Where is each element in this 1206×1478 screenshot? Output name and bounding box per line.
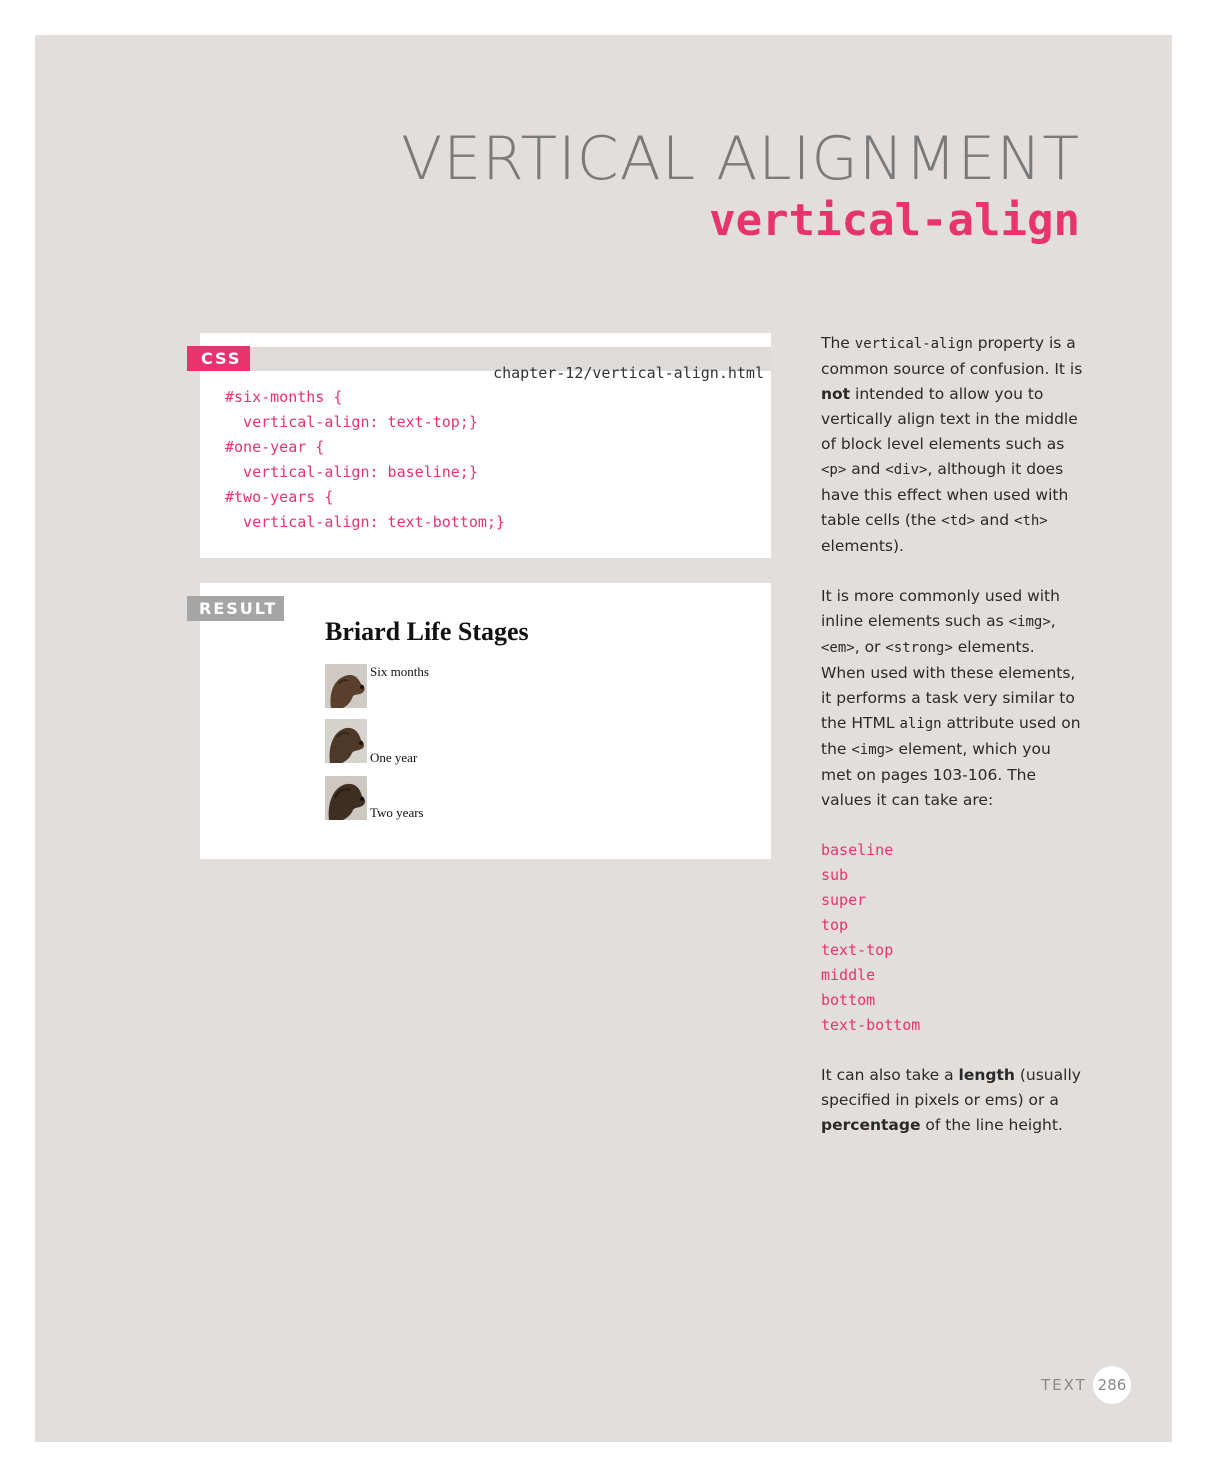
paragraph-intro: The vertical-align property is a common … [821, 331, 1083, 559]
text-run: , [1050, 612, 1056, 630]
inline-code: <strong> [885, 640, 953, 656]
text-run: and [846, 460, 886, 478]
value-item: text-bottom [821, 1016, 921, 1034]
inline-code: vertical-align [854, 336, 973, 352]
dog-photo [325, 776, 367, 820]
bold-text: percentage [821, 1116, 921, 1134]
css-tag-label: CSS [187, 346, 250, 371]
dog-photo [325, 719, 367, 763]
value-item: middle [821, 966, 876, 984]
code-line: vertical-align: text-top;} [225, 413, 478, 431]
value-item: top [821, 916, 849, 934]
inline-code: <img> [851, 742, 894, 758]
stage-label: Six months [370, 664, 429, 679]
value-list: baseline sub super top text-top middle b… [821, 838, 1083, 1038]
section-label: TEXT [1041, 1376, 1087, 1394]
bold-text: not [821, 385, 851, 403]
code-line: #one-year { [225, 438, 325, 456]
css-code-block: #six-months { vertical-align: text-top;}… [225, 385, 505, 535]
inline-code: <p> [821, 462, 847, 478]
value-item: bottom [821, 991, 876, 1009]
bold-text: length [958, 1066, 1015, 1084]
text-run: The [821, 334, 855, 352]
text-run: and [975, 511, 1015, 529]
page-number: 286 [1093, 1366, 1131, 1404]
paragraph-usage: It is more commonly used with inline ele… [821, 584, 1083, 813]
text-run: , or [854, 638, 886, 656]
inline-code: <img> [1008, 614, 1051, 630]
css-filename: chapter-12/vertical-align.html [493, 364, 764, 382]
inline-code: <div> [885, 462, 928, 478]
code-line: #two-years { [225, 488, 334, 506]
sidebar-text: The vertical-align property is a common … [821, 331, 1083, 1163]
inline-code: align [899, 716, 942, 732]
inline-code: <th> [1014, 513, 1048, 529]
value-item: baseline [821, 841, 894, 859]
stage-label: Two years [370, 805, 424, 820]
css-header-bar: chapter-12/vertical-align.html [200, 347, 771, 382]
value-item: super [821, 891, 867, 909]
result-heading: Briard Life Stages [325, 617, 529, 646]
inline-code: <em> [821, 640, 855, 656]
paragraph-length: It can also take a length (usually speci… [821, 1063, 1083, 1138]
result-tag-label: RESULT [187, 596, 284, 621]
code-line: vertical-align: baseline;} [225, 463, 478, 481]
page-title: VERTICAL ALIGNMENT [401, 124, 1080, 194]
text-run: of the line height. [920, 1116, 1063, 1134]
code-line: vertical-align: text-bottom;} [225, 513, 505, 531]
page-subtitle: vertical-align [709, 195, 1080, 246]
css-code-panel: chapter-12/vertical-align.html #six-mont… [200, 333, 771, 558]
text-run: It can also take a [821, 1066, 959, 1084]
book-page: VERTICAL ALIGNMENT vertical-align chapte… [35, 35, 1172, 1442]
text-run: elements). [821, 537, 904, 555]
stage-label: One year [370, 750, 418, 765]
result-panel: Briard Life Stages Six months One year T… [200, 583, 771, 859]
text-run: intended to allow you to vertically alig… [821, 385, 1078, 453]
value-item: text-top [821, 941, 894, 959]
code-line: #six-months { [225, 388, 343, 406]
value-item: sub [821, 866, 849, 884]
dog-photo [325, 664, 367, 708]
inline-code: <td> [941, 513, 975, 529]
